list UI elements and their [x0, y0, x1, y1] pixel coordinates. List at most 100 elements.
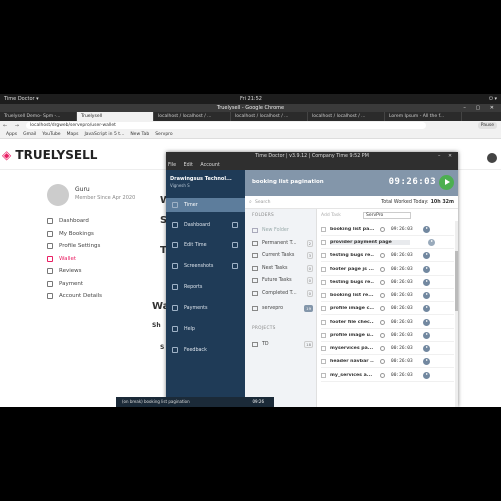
- confirm-task-button[interactable]: [428, 238, 435, 246]
- bookmark[interactable]: Maps: [67, 132, 79, 137]
- folder-item[interactable]: Next Tasks 0: [247, 262, 315, 274]
- task-row[interactable]: footer page js ... 00:26:03: [321, 263, 454, 277]
- project-select[interactable]: ServPro: [363, 212, 411, 219]
- play-task-button[interactable]: [423, 225, 430, 233]
- play-task-button[interactable]: [423, 278, 430, 286]
- nav-help[interactable]: Help: [166, 322, 245, 336]
- task-time: 00:26:03: [391, 319, 413, 325]
- task-row[interactable]: booking list pa... 09:26:03: [321, 223, 454, 237]
- menu-payment[interactable]: Payment: [47, 278, 102, 291]
- play-task-button[interactable]: [423, 265, 430, 273]
- task-checkbox[interactable]: [321, 345, 326, 351]
- folder-item[interactable]: Permanent T... 2: [247, 237, 315, 249]
- play-task-button[interactable]: [423, 291, 430, 299]
- clock-icon: [380, 345, 385, 351]
- task-row[interactable]: booking list re... 00:26:03: [321, 289, 454, 303]
- clock-icon: [380, 372, 385, 378]
- clock-icon: [380, 226, 385, 232]
- tab[interactable]: localhost / localhost / ...: [308, 112, 385, 121]
- clock[interactable]: Fri 21:52: [240, 96, 262, 102]
- play-task-button[interactable]: [423, 318, 430, 326]
- window-controls[interactable]: – ✕: [438, 152, 455, 162]
- play-task-button[interactable]: [423, 304, 430, 312]
- task-checkbox[interactable]: [321, 372, 326, 378]
- task-scrollbar[interactable]: [455, 221, 458, 407]
- task-checkbox[interactable]: [321, 252, 326, 258]
- menu-wallet[interactable]: Wallet: [47, 253, 102, 266]
- menu-edit[interactable]: Edit: [184, 163, 193, 168]
- task-checkbox[interactable]: [321, 239, 326, 245]
- nav-feedback[interactable]: Feedback: [166, 343, 245, 357]
- nav-timer[interactable]: Timer: [166, 198, 245, 212]
- menu-profile[interactable]: Profile Settings: [47, 240, 102, 253]
- bookmark[interactable]: New Tab: [130, 132, 149, 137]
- task-row[interactable]: testing bugs re... 00:26:03: [321, 249, 454, 263]
- site-logo[interactable]: ◈ TRUELYSELL: [2, 148, 97, 162]
- folder-item-selected[interactable]: servepro 19: [247, 302, 315, 314]
- menu-label: Payment: [59, 280, 84, 287]
- folder-item[interactable]: Future Tasks 0: [247, 274, 315, 286]
- url-field[interactable]: localhost/drgweb/servepro/user-wallet: [26, 122, 426, 129]
- bookmark[interactable]: JavaScript in 5 t...: [84, 132, 124, 137]
- add-task-input[interactable]: Add Task: [321, 213, 341, 218]
- task-row[interactable]: testing bugs re... 00:26:03: [321, 276, 454, 290]
- task-name-editing[interactable]: provider payment page: [330, 239, 410, 245]
- new-folder-button[interactable]: New Folder: [247, 224, 315, 236]
- company-name[interactable]: Drawingsus Technol...: [170, 176, 232, 182]
- tab-active[interactable]: Truelysell: [77, 112, 154, 121]
- task-row[interactable]: footer file chec... 00:26:03: [321, 316, 454, 330]
- task-checkbox[interactable]: [321, 266, 326, 272]
- bookmark[interactable]: Gmail: [23, 132, 36, 137]
- play-task-button[interactable]: [423, 344, 430, 352]
- menu-account-details[interactable]: Account Details: [47, 290, 102, 303]
- task-row[interactable]: header navbar ... 00:26:03: [321, 355, 454, 369]
- task-row[interactable]: provider payment page: [321, 236, 454, 250]
- system-tray[interactable]: ⏻ ▾: [489, 96, 497, 102]
- project-item[interactable]: TD 18: [247, 338, 315, 350]
- menu-file[interactable]: File: [168, 163, 176, 168]
- task-checkbox[interactable]: [321, 305, 326, 311]
- start-timer-button[interactable]: [439, 175, 454, 190]
- timedoctor-mini-widget[interactable]: (on break) booking list pagination 09:26: [116, 397, 274, 407]
- task-row[interactable]: profile image c... 00:26:03: [321, 302, 454, 316]
- task-checkbox[interactable]: [321, 279, 326, 285]
- task-name: my_services a...: [330, 372, 373, 378]
- bookmark[interactable]: Apps: [6, 132, 17, 137]
- bookmark[interactable]: YouTube: [42, 132, 60, 137]
- tab[interactable]: localhost / localhost / ...: [154, 112, 231, 121]
- menu-bookings[interactable]: My Bookings: [47, 228, 102, 241]
- play-task-button[interactable]: [423, 357, 430, 365]
- user-avatar-icon[interactable]: [487, 153, 497, 163]
- task-checkbox[interactable]: [321, 319, 326, 325]
- profile-button[interactable]: Pause: [477, 122, 497, 129]
- tab[interactable]: Truelysell Demo- Spm -...: [0, 112, 77, 121]
- nav-screenshots[interactable]: Screenshots: [166, 259, 245, 273]
- task-checkbox[interactable]: [321, 332, 326, 338]
- tab[interactable]: localhost / localhost / ...: [231, 112, 308, 121]
- nav-reports[interactable]: Reports: [166, 280, 245, 294]
- task-time: 00:26:03: [391, 292, 413, 298]
- task-row[interactable]: my_services a... 00:26:03: [321, 369, 454, 383]
- tab[interactable]: Lorem Ipsum - All the f...: [385, 112, 462, 121]
- menu-reviews[interactable]: Reviews: [47, 265, 102, 278]
- menu-dashboard[interactable]: Dashboard: [47, 215, 102, 228]
- bookmark[interactable]: Servpro: [155, 132, 173, 137]
- search-input[interactable]: Search: [248, 198, 324, 207]
- folder-item[interactable]: Completed T... 0: [247, 287, 315, 299]
- folder-icon: [252, 265, 258, 271]
- nav-payments[interactable]: Payments: [166, 301, 245, 315]
- menu-account[interactable]: Account: [200, 163, 219, 168]
- nav-edit-time[interactable]: Edit Time: [166, 238, 245, 252]
- play-task-button[interactable]: [423, 251, 430, 259]
- play-task-button[interactable]: [423, 331, 430, 339]
- nav-dashboard[interactable]: Dashboard: [166, 218, 245, 232]
- task-checkbox[interactable]: [321, 358, 326, 364]
- task-row[interactable]: profile image u... 00:26:03: [321, 329, 454, 343]
- task-checkbox[interactable]: [321, 226, 326, 232]
- play-task-button[interactable]: [423, 371, 430, 379]
- activities-menu[interactable]: Time Doctor ▾: [4, 96, 39, 102]
- window-controls[interactable]: – ▢ ✕: [463, 104, 498, 112]
- task-checkbox[interactable]: [321, 292, 326, 298]
- folder-item[interactable]: Current Tasks 3: [247, 249, 315, 261]
- task-row[interactable]: myservices pa... 00:26:03: [321, 342, 454, 356]
